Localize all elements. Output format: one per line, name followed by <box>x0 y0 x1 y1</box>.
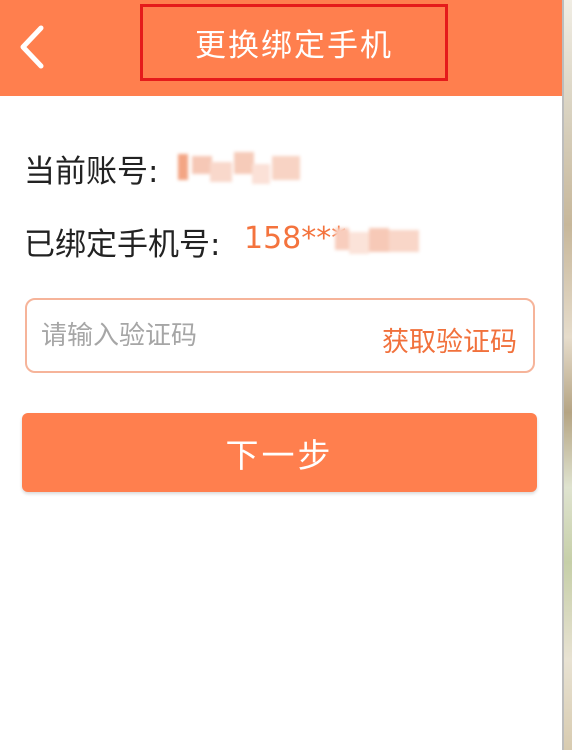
bound-phone-redacted <box>335 226 421 256</box>
get-code-button[interactable]: 获取验证码 <box>382 320 517 359</box>
change-phone-screen: 更换绑定手机 当前账号: 已绑定手机号: 158*** 获取验证码 下一步 <box>0 0 562 750</box>
verification-code-box: 获取验证码 <box>25 298 535 373</box>
back-button[interactable] <box>8 18 56 76</box>
verification-code-input[interactable] <box>41 312 361 360</box>
bound-phone-value: 158*** <box>244 221 347 256</box>
account-value-redacted <box>178 152 302 190</box>
background-edge-border <box>562 0 564 750</box>
chevron-left-icon <box>20 25 44 69</box>
next-step-button[interactable]: 下一步 <box>22 413 537 492</box>
bound-phone-label: 已绑定手机号: <box>24 227 221 263</box>
header-bar: 更换绑定手机 <box>0 0 562 96</box>
page-title: 更换绑定手机 <box>195 28 393 64</box>
title-highlight-box: 更换绑定手机 <box>140 4 448 81</box>
account-label: 当前账号: <box>24 154 159 190</box>
